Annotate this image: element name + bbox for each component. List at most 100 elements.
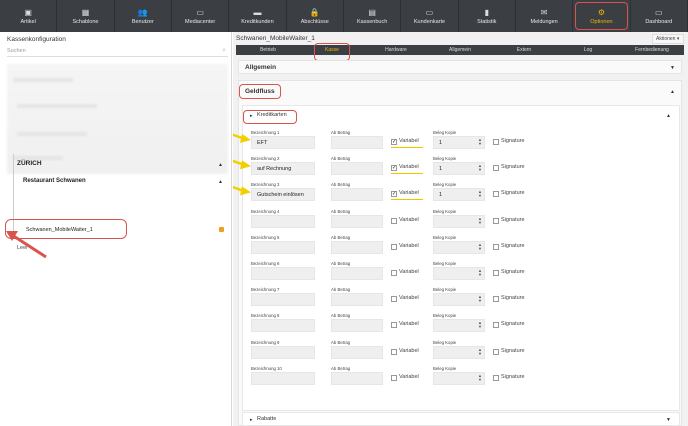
expand-icon[interactable]: ▸ (250, 417, 253, 423)
ab-betrag-input[interactable] (331, 371, 383, 385)
ab-betrag-input[interactable] (331, 162, 383, 176)
signature-checkbox[interactable] (493, 348, 499, 355)
ab-betrag-input[interactable] (331, 214, 383, 228)
beleg-kopie-stepper[interactable]: ▲ ▼ (433, 267, 485, 280)
bezeichnung-input[interactable] (251, 293, 315, 307)
beleg-kopie-stepper[interactable]: ▲ ▼ (433, 371, 485, 385)
beleg-kopie-stepper[interactable]: ▲ ▼ (433, 240, 485, 254)
signature-checkbox[interactable] (493, 322, 499, 329)
variabel-checkbox[interactable] (391, 348, 397, 355)
row-label: Bezeichnung 8 (251, 313, 280, 319)
nav-item-optionen[interactable]: ⚙ Optionen (573, 0, 631, 32)
stepper-arrows-icon[interactable]: ▲ ▼ (478, 295, 482, 303)
bezeichnung-input[interactable] (251, 371, 315, 385)
nav-item-kreditkunden[interactable]: ▬ Kreditkunden (229, 0, 287, 32)
signature-checkbox[interactable] (493, 243, 499, 250)
nav-item-statistik[interactable]: ▮ Statistik (459, 0, 516, 32)
stepper-arrows-icon[interactable]: ▲ ▼ (478, 269, 482, 277)
variabel-label: Variabel (399, 347, 419, 354)
stepper-arrows-icon[interactable]: ▲ ▼ (478, 347, 482, 356)
stepper-arrows-icon[interactable]: ▲ ▼ (478, 216, 482, 225)
row-label: Bezeichnung 10 (251, 365, 282, 371)
tree-node-restaurant[interactable]: Restaurant Schwanen (23, 178, 86, 184)
signature-label: Signature (501, 347, 525, 354)
tab-allgemein[interactable]: Allgemein (428, 45, 492, 55)
nav-item-kassenbuch[interactable]: ▤ Kassenbuch (344, 0, 402, 32)
variabel-checkbox[interactable]: ✓ (391, 139, 397, 145)
signature-checkbox[interactable] (493, 374, 499, 381)
chevron-up-icon[interactable]: ▲ (218, 162, 223, 168)
tab-hardware[interactable]: Hardware (364, 45, 428, 55)
nav-item-benutzer[interactable]: 👥 Benutzer (115, 0, 172, 32)
lock-icon: 🔒 (309, 7, 320, 17)
stepper-arrows-icon[interactable]: ▲ ▼ (478, 138, 482, 146)
tab-fernbedienung[interactable]: Fernbedienung (620, 45, 684, 55)
tab-kasse[interactable]: Kasse (300, 43, 364, 61)
ab-betrag-input[interactable] (331, 345, 383, 359)
arrow-head (240, 186, 251, 196)
chevron-down-icon[interactable]: ▼ (666, 417, 671, 423)
chevron-down-icon[interactable]: ▼ (670, 65, 675, 71)
nav-label: Meldungen (530, 18, 558, 25)
stepper-arrows-icon[interactable]: ▲ ▼ (478, 321, 482, 329)
tab-log[interactable]: Log (556, 45, 620, 55)
bezeichnung-input[interactable] (251, 345, 315, 359)
ab-betrag-input[interactable] (331, 319, 383, 333)
beleg-kopie-stepper[interactable]: 1 ▲ ▼ (433, 188, 485, 202)
beleg-kopie-stepper[interactable]: ▲ ▼ (433, 293, 485, 307)
variabel-checkbox[interactable]: ✓ (391, 191, 397, 198)
variabel-checkbox[interactable] (391, 217, 397, 224)
section-rabatte[interactable]: ▸ Rabatte ▼ (242, 412, 680, 426)
nav-item-kundenkarte[interactable]: ▭ Kundenkarte (401, 0, 459, 32)
beleg-kopie-label: Beleg Kopie (433, 287, 457, 293)
monitor-icon: ▭ (196, 7, 204, 17)
tree-node-zurich[interactable]: ZÜRICH (17, 160, 42, 167)
nav-item-abschlüsse[interactable]: 🔒 Abschlüsse (287, 0, 344, 32)
stepper-arrows-icon[interactable]: ▲ ▼ (478, 242, 482, 251)
tab-extern[interactable]: Extern (492, 45, 556, 55)
nav-item-meldungen[interactable]: ✉ Meldungen (516, 0, 574, 32)
beleg-kopie-stepper[interactable]: 1 ▲ ▼ (433, 162, 485, 176)
beleg-kopie-stepper[interactable]: ▲ ▼ (433, 319, 485, 333)
beleg-kopie-stepper[interactable]: 1 ▲ ▼ (433, 136, 485, 149)
ab-betrag-input[interactable] (331, 188, 383, 202)
bezeichnung-input[interactable] (251, 319, 315, 333)
chevron-up-icon[interactable]: ▲ (670, 89, 675, 95)
variabel-checkbox[interactable] (391, 243, 397, 250)
ab-betrag-input[interactable] (331, 240, 383, 254)
chevron-up-icon[interactable]: ▲ (666, 113, 671, 119)
signature-checkbox[interactable] (493, 296, 499, 303)
nav-item-mediacenter[interactable]: ▭ Mediacenter (172, 0, 230, 32)
ab-betrag-input[interactable] (331, 136, 383, 149)
variabel-checkbox[interactable] (391, 322, 397, 329)
beleg-kopie-stepper[interactable]: ▲ ▼ (433, 214, 485, 228)
signature-checkbox[interactable] (493, 191, 499, 198)
signature-checkbox[interactable] (493, 270, 499, 276)
bezeichnung-input[interactable] (251, 240, 315, 254)
stepper-arrows-icon[interactable]: ▲ ▼ (478, 373, 482, 382)
panel-title: Kassenkonfiguration (7, 36, 66, 43)
ab-betrag-input[interactable] (331, 267, 383, 280)
chevron-up-icon[interactable]: ▲ (218, 179, 223, 185)
beleg-kopie-stepper[interactable]: ▲ ▼ (433, 345, 485, 359)
nav-item-artikel[interactable]: ▣ Artikel (0, 0, 58, 32)
variabel-checkbox[interactable]: ✓ (391, 165, 397, 172)
signature-checkbox[interactable] (493, 139, 499, 145)
actions-dropdown[interactable]: Aktionen ▾ (652, 34, 684, 44)
signature-label: Signature (501, 321, 525, 328)
nav-item-dashboard[interactable]: ▭ Dashboard (631, 0, 688, 32)
variabel-checkbox[interactable] (391, 270, 397, 276)
ab-betrag-input[interactable] (331, 293, 383, 307)
signature-checkbox[interactable] (493, 217, 499, 224)
variabel-checkbox[interactable] (391, 296, 397, 303)
stepper-arrows-icon[interactable]: ▲ ▼ (478, 190, 482, 198)
bezeichnung-input[interactable] (251, 267, 315, 280)
nav-item-schablone[interactable]: ▦ Schablone (57, 0, 115, 32)
section-allgemein[interactable]: Allgemein ▼ (238, 60, 682, 74)
search-input[interactable]: Suchen ⌕ (7, 45, 228, 57)
stepper-arrows-icon[interactable]: ▲ ▼ (478, 164, 482, 172)
signature-label: Signature (501, 242, 525, 249)
search-icon[interactable]: ⌕ (222, 47, 226, 55)
variabel-checkbox[interactable] (391, 374, 397, 381)
signature-checkbox[interactable] (493, 165, 499, 172)
